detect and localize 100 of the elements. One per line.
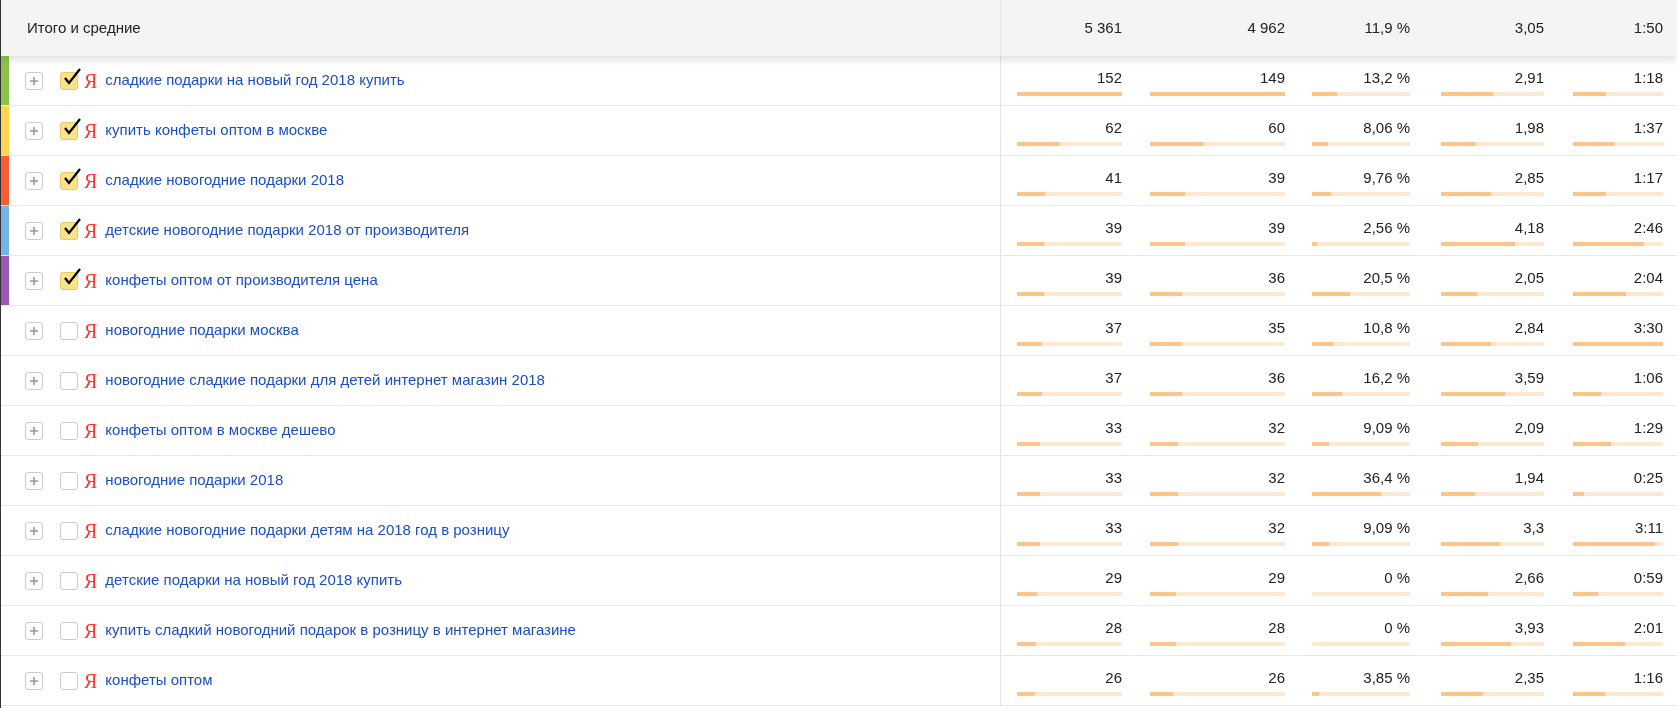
expand-button[interactable] xyxy=(25,521,43,540)
query-link[interactable]: детские новогодние подарки 2018 от производителя xyxy=(105,219,470,242)
metric-value: 9,76 % xyxy=(1362,167,1410,188)
query-link[interactable]: купить сладкий новогодний подарок в розницу в интернет магазине xyxy=(105,619,576,642)
expand-button[interactable] xyxy=(25,471,43,490)
expand-button[interactable] xyxy=(25,371,43,390)
metric-value: 2,05 xyxy=(1513,267,1544,288)
metric-value: 36 xyxy=(1267,267,1285,288)
row-checkbox[interactable] xyxy=(60,71,78,90)
row-checkbox[interactable] xyxy=(60,121,78,140)
metric-value: 39 xyxy=(1267,217,1285,238)
metric-value: 3,3 xyxy=(1522,517,1544,538)
expand-button[interactable] xyxy=(25,271,43,290)
query-link[interactable]: детские подарки на новый год 2018 купить xyxy=(105,569,403,592)
checkmark-icon xyxy=(62,216,82,237)
metric-value: 1,98 xyxy=(1513,117,1544,138)
expand-button[interactable] xyxy=(25,571,43,590)
row-checkbox[interactable] xyxy=(60,621,78,640)
query-link[interactable]: новогодние подарки 2018 xyxy=(105,469,284,492)
expand-button[interactable] xyxy=(25,171,43,190)
metric-value: 0 % xyxy=(1383,567,1410,588)
row-checkbox[interactable] xyxy=(60,421,78,440)
plus-icon xyxy=(29,425,39,436)
search-engine-logo: Я xyxy=(84,518,98,544)
expand-button[interactable] xyxy=(25,621,43,640)
plus-icon xyxy=(29,275,39,286)
metric-value: 41 xyxy=(1104,167,1122,188)
query-link[interactable]: сладкие подарки на новый год 2018 купить xyxy=(105,69,405,92)
plus-icon xyxy=(29,175,39,186)
totals-label: Итого и средние xyxy=(27,17,141,38)
search-engine-logo: Я xyxy=(84,418,98,444)
search-engine-logo: Я xyxy=(84,268,98,294)
metric-value: 26 xyxy=(1104,667,1122,688)
plus-icon xyxy=(29,475,39,486)
metric-value: 8,06 % xyxy=(1362,117,1410,138)
metric-value: 2,56 % xyxy=(1362,217,1410,238)
expand-button[interactable] xyxy=(25,221,43,240)
row-checkbox[interactable] xyxy=(60,371,78,390)
metric-value: 1:06 xyxy=(1632,367,1663,388)
metric-value: 29 xyxy=(1104,567,1122,588)
metric-value: 32 xyxy=(1267,417,1285,438)
query-link[interactable]: купить конфеты оптом в москве xyxy=(105,119,328,142)
metric-value: 2:01 xyxy=(1632,617,1663,638)
expand-button[interactable] xyxy=(25,121,43,140)
row-checkbox[interactable] xyxy=(60,571,78,590)
metric-value: 1:29 xyxy=(1632,417,1663,438)
metric-value: 2,66 xyxy=(1513,567,1544,588)
total-value: 4 962 xyxy=(1247,17,1285,38)
plus-icon xyxy=(29,575,39,586)
metric-value: 13,2 % xyxy=(1362,67,1410,88)
total-value: 1:50 xyxy=(1633,17,1663,38)
plus-icon xyxy=(29,75,39,86)
metric-value: 2,09 xyxy=(1513,417,1544,438)
search-engine-logo: Я xyxy=(84,168,98,194)
search-engine-logo: Я xyxy=(84,368,98,394)
metric-value: 37 xyxy=(1104,317,1122,338)
metric-value: 28 xyxy=(1104,617,1122,638)
row-checkbox[interactable] xyxy=(60,671,78,690)
search-engine-logo: Я xyxy=(84,468,98,494)
metric-value: 2,35 xyxy=(1513,667,1544,688)
row-checkbox[interactable] xyxy=(60,471,78,490)
row-checkbox[interactable] xyxy=(60,171,78,190)
query-link[interactable]: конфеты оптом от производителя цена xyxy=(105,269,378,292)
metric-value: 36,4 % xyxy=(1362,467,1410,488)
expand-button[interactable] xyxy=(25,421,43,440)
query-link[interactable]: сладкие новогодние подарки 2018 xyxy=(105,169,345,192)
metric-value: 0 % xyxy=(1383,617,1410,638)
metric-value: 33 xyxy=(1104,517,1122,538)
query-link[interactable]: новогодние подарки москва xyxy=(105,319,299,342)
row-checkbox[interactable] xyxy=(60,221,78,240)
metric-value: 3,85 % xyxy=(1362,667,1410,688)
metric-value: 37 xyxy=(1104,367,1122,388)
row-checkbox[interactable] xyxy=(60,521,78,540)
query-link[interactable]: конфеты оптом в москве дешево xyxy=(105,419,336,442)
metric-value: 33 xyxy=(1104,467,1122,488)
search-engine-logo: Я xyxy=(84,618,98,644)
metric-value: 28 xyxy=(1267,617,1285,638)
metric-value: 10,8 % xyxy=(1362,317,1410,338)
metric-value: 2:04 xyxy=(1632,267,1663,288)
metric-value: 39 xyxy=(1104,217,1122,238)
metric-value: 3,59 xyxy=(1513,367,1544,388)
metric-value: 26 xyxy=(1267,667,1285,688)
row-checkbox[interactable] xyxy=(60,271,78,290)
metric-value: 3:11 xyxy=(1633,517,1663,538)
plus-icon xyxy=(29,525,39,536)
query-link[interactable]: конфеты оптом xyxy=(105,669,213,692)
plus-icon xyxy=(29,675,39,686)
checkmark-icon xyxy=(62,66,82,87)
expand-button[interactable] xyxy=(25,671,43,690)
query-link[interactable]: новогодние сладкие подарки для детей интернет магазин 2018 xyxy=(105,369,545,392)
metric-value: 149 xyxy=(1258,67,1285,88)
expand-button[interactable] xyxy=(25,321,43,340)
metric-value: 2,91 xyxy=(1513,67,1544,88)
row-checkbox[interactable] xyxy=(60,321,78,340)
plus-icon xyxy=(29,225,39,236)
checkmark-icon xyxy=(62,266,82,287)
expand-button[interactable] xyxy=(25,71,43,90)
query-link[interactable]: сладкие новогодние подарки детям на 2018 год в розницу xyxy=(105,519,510,542)
total-value: 11,9 % xyxy=(1364,17,1410,38)
plus-icon xyxy=(29,325,39,336)
